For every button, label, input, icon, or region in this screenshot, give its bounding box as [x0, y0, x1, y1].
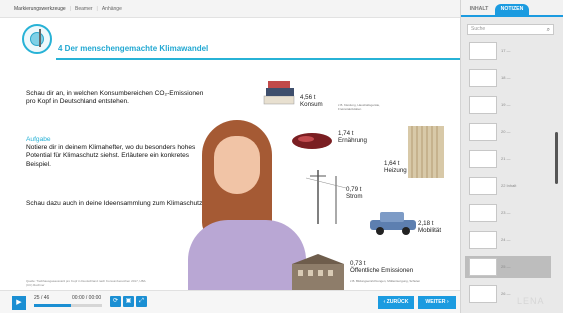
- next-button[interactable]: WEITER ›: [418, 296, 456, 309]
- time-display: 00:00 / 00:00: [72, 295, 102, 301]
- item-label: Konsum: [300, 101, 323, 108]
- thumbnail-item[interactable]: 19 —: [465, 94, 551, 116]
- thumbnail-image: [469, 285, 497, 303]
- thumbnail-image: [469, 42, 497, 60]
- fullscreen-icon[interactable]: ⤢: [136, 296, 147, 307]
- item-value: 1,74 t: [338, 130, 354, 137]
- tab-inhalt[interactable]: INHALT: [467, 4, 491, 15]
- thumbnail-label: 22 Inhalt: [501, 183, 517, 188]
- thumbnail-image: [469, 123, 497, 141]
- wind-turbine-globe-icon: [22, 24, 52, 54]
- thumbnail-item[interactable]: 17 —: [465, 40, 551, 62]
- thumbnail-image: [469, 204, 497, 222]
- breadcrumb-separator: |: [69, 5, 72, 12]
- item-value: 0,73 t: [350, 260, 366, 267]
- item-value: 4,56 t: [300, 94, 316, 101]
- thumbnail-item[interactable]: 21 —: [465, 148, 551, 170]
- item-note: z.B. Kleidung, Haushaltsgeräte, Freizeit…: [338, 103, 381, 111]
- thumbnail-label: 24 —: [501, 237, 511, 242]
- thumbnail-image: [469, 150, 497, 168]
- consumption-item: 2,18 t Mobilität: [418, 220, 441, 234]
- title-underline: [56, 58, 460, 60]
- media-icon[interactable]: ▣: [123, 296, 134, 307]
- thumbnail-image: [469, 69, 497, 87]
- thumbnail-label: 19 —: [501, 102, 511, 107]
- thumbnail-image: [469, 258, 497, 276]
- consumption-item: 1,64 t Heizung: [384, 160, 407, 174]
- slide-title: 4 Der menschengemachte Klimawandel: [58, 44, 209, 53]
- thumbnail-item[interactable]: 18 —: [465, 67, 551, 89]
- thumbnail-label: 21 —: [501, 156, 511, 161]
- intro-text: Schau dir an, in welchen Konsumbereichen…: [26, 90, 204, 106]
- item-value: 0,79 t: [346, 186, 362, 193]
- slide-canvas: 4 Der menschengemachte Klimawandel Schau…: [8, 18, 460, 290]
- source-note: Quelle: Treibhausgasausstoß pro Kopf in …: [26, 279, 146, 287]
- slide-header: 4 Der menschengemachte Klimawandel: [8, 18, 460, 62]
- player-bar: ▶ 25 / 46 00:00 / 00:00 ⟳ ▣ ⤢ ‹ ZURÜCK W…: [0, 290, 460, 313]
- clothes-pile-image: [263, 81, 295, 105]
- item-label: Öffentliche Emissionen: [350, 267, 414, 274]
- search-icon[interactable]: ⌕: [547, 26, 550, 35]
- consumption-item: 1,74 t Ernährung: [338, 130, 367, 144]
- thumbnail-item[interactable]: 25 —: [465, 256, 551, 278]
- thumbnail-label: 23 —: [501, 210, 511, 215]
- thumbnail-image: [469, 177, 497, 195]
- breadcrumb: Markierungswerkzeuge | Beamer | Anhänge: [0, 0, 460, 18]
- item-label: Ernährung: [338, 137, 367, 144]
- thumbnail-image: [469, 96, 497, 114]
- thumbnail-list: 17 — 18 — 19 — 20 — 21 — 22 Inhalt 23 — 24 — 25 …: [465, 40, 551, 313]
- breadcrumb-item-anhaenge[interactable]: Anhänge: [102, 6, 122, 12]
- tab-notizen[interactable]: NOTIZEN: [495, 4, 529, 15]
- search-input[interactable]: Suche ⌕: [467, 24, 554, 35]
- item-note: z.B. Bildungseinrichtungen, Müllentsorgu…: [350, 279, 421, 283]
- app-window: Markierungswerkzeuge | Beamer | Anhänge …: [0, 0, 563, 313]
- car-image: [370, 212, 416, 235]
- thumbnail-item[interactable]: 24 —: [465, 229, 551, 251]
- thumbnail-label: 17 —: [501, 48, 511, 53]
- radiator-image: [408, 126, 444, 178]
- item-label: Strom: [346, 193, 363, 200]
- watermark: LENA: [517, 296, 545, 306]
- search-placeholder: Suche: [471, 26, 486, 32]
- side-panel: INHALT NOTIZEN Suche ⌕ 17 — 18 — 19 — 20 — 2…: [460, 0, 563, 313]
- panel-tabs: INHALT NOTIZEN: [461, 0, 563, 17]
- progress-bar[interactable]: [34, 304, 102, 307]
- consumption-item: 0,79 t Strom: [346, 186, 363, 200]
- item-value: 2,18 t: [418, 220, 434, 227]
- thumbnail-label: 26 —: [501, 291, 511, 296]
- task-block: Aufgabe Notiere dir in deinem Klimahefte…: [26, 136, 206, 169]
- consumption-item: 0,73 t Öffentliche Emissionen: [350, 260, 413, 274]
- item-label: Heizung: [384, 167, 407, 174]
- back-button[interactable]: ‹ ZURÜCK: [378, 296, 414, 309]
- play-button[interactable]: ▶: [12, 296, 26, 310]
- task-heading: Aufgabe: [26, 136, 51, 143]
- reload-icon[interactable]: ⟳: [110, 296, 121, 307]
- meat-image: [292, 133, 332, 149]
- panel-scrollbar[interactable]: [555, 132, 558, 184]
- power-pole-image: [306, 170, 346, 224]
- page-counter: 25 / 46: [34, 295, 50, 301]
- thumbnail-label: 20 —: [501, 129, 511, 134]
- item-value: 1,64 t: [384, 160, 400, 167]
- task-text: Notiere dir in deinem Klimahefter, wo du…: [26, 144, 196, 168]
- breadcrumb-separator: |: [96, 5, 98, 12]
- breadcrumb-item-beamer[interactable]: Beamer: [75, 6, 93, 12]
- extra-text: Schau dazu auch in deine Ideensammlung z…: [26, 200, 205, 207]
- thumbnail-item[interactable]: 23 —: [465, 202, 551, 224]
- thumbnail-item[interactable]: 22 Inhalt: [465, 175, 551, 197]
- item-label: Mobilität: [418, 227, 442, 234]
- public-building-image: [292, 254, 344, 290]
- thumbnail-item[interactable]: 20 —: [465, 121, 551, 143]
- breadcrumb-item-markierungswerkzeuge[interactable]: Markierungswerkzeuge: [14, 6, 66, 12]
- thumbnail-label: 18 —: [501, 75, 511, 80]
- progress-fill: [34, 304, 71, 307]
- thumbnail-label: 25 —: [501, 264, 511, 269]
- consumption-item: 4,56 t Konsum: [300, 94, 323, 108]
- thumbnail-image: [469, 231, 497, 249]
